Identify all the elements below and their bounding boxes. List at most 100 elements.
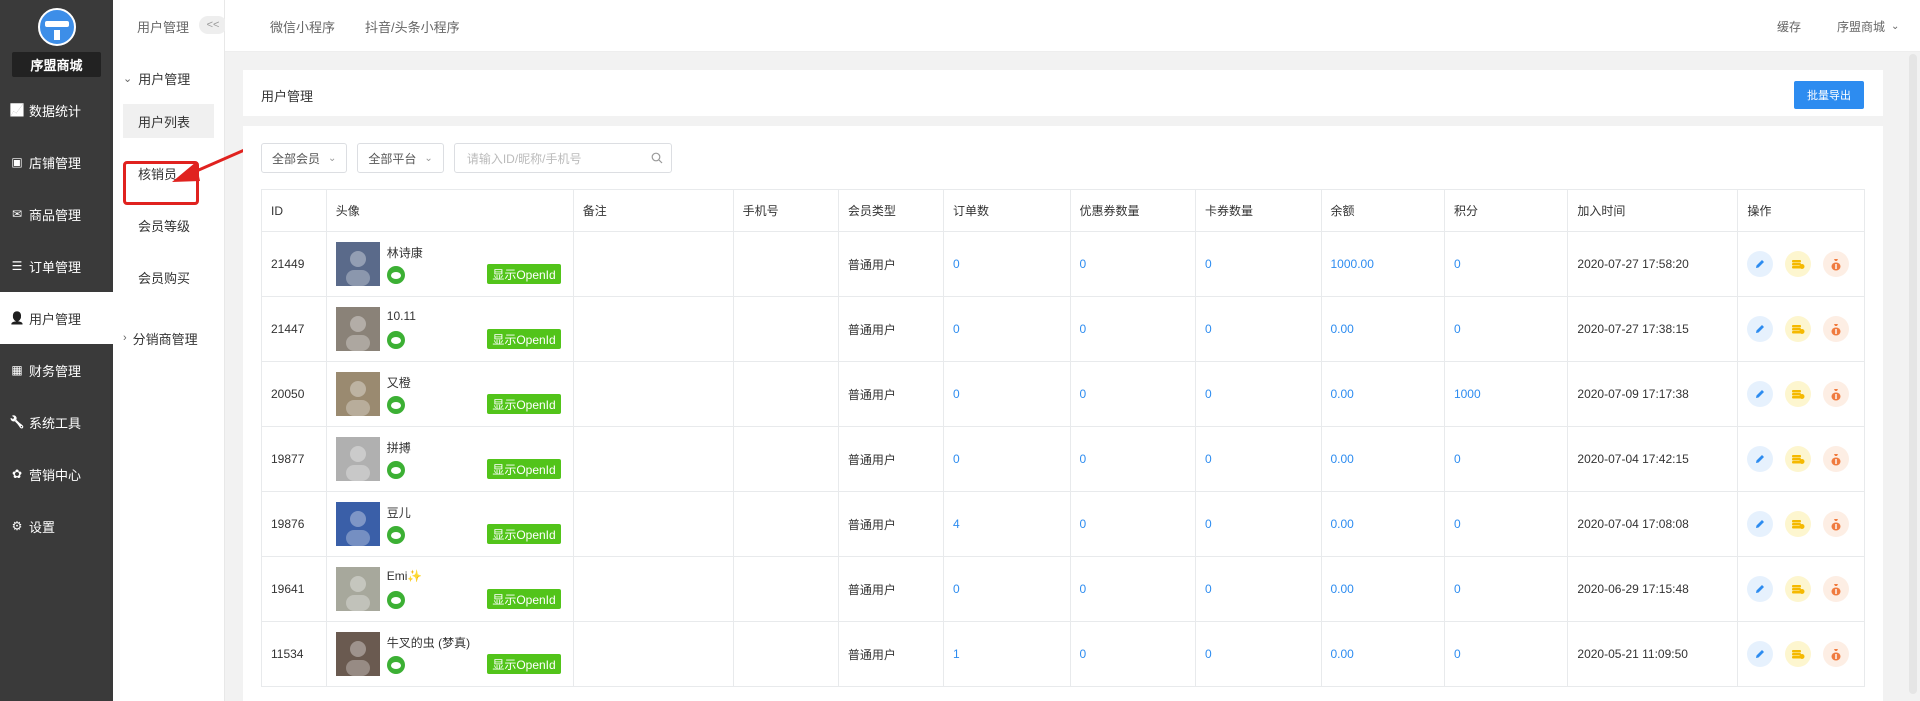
tab-douyin-miniprogram[interactable]: 抖音/头条小程序: [365, 0, 460, 52]
sub-item-member-purchase[interactable]: 会员购买: [123, 260, 214, 294]
cell-balance[interactable]: 0.00: [1320, 491, 1445, 557]
search-input[interactable]: 请输入ID/昵称/手机号: [453, 143, 672, 173]
group-user-management[interactable]: ⌄ 用户管理: [113, 52, 224, 104]
cell-remark: [572, 231, 734, 297]
cell-orders[interactable]: 0: [943, 231, 1071, 297]
cell-cards[interactable]: 0: [1195, 621, 1322, 687]
batch-export-button[interactable]: 批量导出: [1794, 81, 1864, 109]
show-openid-button[interactable]: 显示OpenId: [487, 589, 561, 609]
edit-icon[interactable]: [1747, 251, 1774, 277]
nav-item-finance[interactable]: ▦ 财务管理: [0, 344, 113, 396]
cell-points[interactable]: 0: [1443, 621, 1569, 687]
cell-points[interactable]: 0: [1443, 556, 1569, 622]
nav-item-order[interactable]: ☰ 订单管理: [0, 240, 113, 292]
cell-orders[interactable]: 0: [943, 296, 1071, 362]
money-bag-icon[interactable]: [1823, 576, 1850, 602]
cell-cards[interactable]: 0: [1195, 296, 1322, 362]
edit-icon[interactable]: [1747, 316, 1774, 342]
collapse-button[interactable]: <<: [199, 16, 227, 34]
page-scrollbar[interactable]: [1909, 54, 1917, 694]
cell-cards[interactable]: 0: [1195, 361, 1322, 427]
cell-coupons[interactable]: 0: [1069, 231, 1197, 297]
show-openid-button[interactable]: 显示OpenId: [487, 524, 561, 544]
coins-icon[interactable]: [1785, 316, 1812, 342]
cell-points[interactable]: 0: [1443, 296, 1569, 362]
money-bag-icon[interactable]: [1823, 641, 1850, 667]
cell-points[interactable]: 0: [1443, 491, 1569, 557]
coins-icon[interactable]: [1785, 576, 1812, 602]
cell-avatar: 豆儿 显示OpenId: [325, 491, 574, 557]
cell-points[interactable]: 0: [1443, 231, 1569, 297]
chevron-right-icon: ›: [123, 332, 127, 344]
cell-balance[interactable]: 0.00: [1320, 556, 1445, 622]
edit-icon[interactable]: [1747, 381, 1774, 407]
cache-link[interactable]: 缓存: [1777, 0, 1801, 52]
nav-item-gear[interactable]: ⚙ 设置: [0, 500, 113, 552]
cell-balance[interactable]: 0.00: [1320, 361, 1445, 427]
tab-wechat-miniprogram[interactable]: 微信小程序: [270, 0, 335, 52]
nav-label: 财务管理: [29, 363, 82, 379]
cell-balance[interactable]: 0.00: [1320, 296, 1445, 362]
cell-orders[interactable]: 1: [943, 621, 1071, 687]
cell-orders[interactable]: 4: [943, 491, 1071, 557]
platform-select[interactable]: 全部平台 ⌄: [357, 143, 444, 173]
nav-item-chart[interactable]: 📈 数据统计: [0, 84, 113, 136]
show-openid-button[interactable]: 显示OpenId: [487, 459, 561, 479]
cell-cards[interactable]: 0: [1195, 231, 1322, 297]
money-bag-icon[interactable]: [1823, 251, 1850, 277]
nav-item-user[interactable]: 👤 用户管理: [0, 292, 113, 344]
nav-item-wrench[interactable]: 🔧 系统工具: [0, 396, 113, 448]
coins-icon[interactable]: [1785, 251, 1812, 277]
edit-icon[interactable]: [1747, 576, 1774, 602]
show-openid-button[interactable]: 显示OpenId: [487, 329, 561, 349]
show-openid-button[interactable]: 显示OpenId: [487, 394, 561, 414]
user-nickname: 10.11: [386, 309, 416, 323]
coins-icon[interactable]: [1785, 641, 1812, 667]
nav-item-shop[interactable]: ▣ 店铺管理: [0, 136, 113, 188]
cell-points[interactable]: 1000: [1443, 361, 1569, 427]
edit-icon[interactable]: [1747, 641, 1774, 667]
cell-balance[interactable]: 0.00: [1320, 621, 1445, 687]
column-header: 余额: [1320, 189, 1445, 232]
cell-coupons[interactable]: 0: [1069, 361, 1197, 427]
show-openid-button[interactable]: 显示OpenId: [487, 264, 561, 284]
cell-coupons[interactable]: 0: [1069, 296, 1197, 362]
coins-icon[interactable]: [1785, 381, 1812, 407]
search-icon[interactable]: [651, 152, 663, 164]
nav-item-marketing[interactable]: ✿ 营销中心: [0, 448, 113, 500]
cell-actions: [1737, 491, 1865, 557]
sub-item-user-list[interactable]: 用户列表: [123, 104, 214, 138]
cell-orders[interactable]: 0: [943, 426, 1071, 492]
cell-coupons[interactable]: 0: [1069, 491, 1197, 557]
cell-coupons[interactable]: 0: [1069, 426, 1197, 492]
cell-cards[interactable]: 0: [1195, 491, 1322, 557]
coins-icon[interactable]: [1785, 511, 1812, 537]
money-bag-icon[interactable]: [1823, 316, 1850, 342]
money-bag-icon[interactable]: [1823, 511, 1850, 537]
cell-coupons[interactable]: 0: [1069, 556, 1197, 622]
cell-balance[interactable]: 0.00: [1320, 426, 1445, 492]
group-distributor-management[interactable]: › 分销商管理: [113, 312, 224, 364]
show-openid-button[interactable]: 显示OpenId: [487, 654, 561, 674]
edit-icon[interactable]: [1747, 446, 1774, 472]
money-bag-icon[interactable]: [1823, 446, 1850, 472]
wechat-icon: [386, 461, 405, 479]
member-select[interactable]: 全部会员 ⌄: [261, 143, 348, 173]
group-label: 用户管理: [138, 71, 191, 87]
cell-orders[interactable]: 0: [943, 556, 1071, 622]
cell-balance[interactable]: 1000.00: [1320, 231, 1445, 297]
column-header: 订单数: [943, 189, 1071, 232]
cell-points[interactable]: 0: [1443, 426, 1569, 492]
sub-item-member-level[interactable]: 会员等级: [123, 208, 214, 242]
nav-item-goods[interactable]: ✉ 商品管理: [0, 188, 113, 240]
money-bag-icon[interactable]: [1823, 381, 1850, 407]
cell-coupons[interactable]: 0: [1069, 621, 1197, 687]
edit-icon[interactable]: [1747, 511, 1774, 537]
cell-cards[interactable]: 0: [1195, 556, 1322, 622]
table-row: 20050 又橙 显示OpenId 普通用户 0 0 0 0.00 1000 2020-07-09…: [261, 361, 1865, 427]
cell-phone: [732, 231, 839, 297]
cell-orders[interactable]: 0: [943, 361, 1071, 427]
coins-icon[interactable]: [1785, 446, 1812, 472]
user-menu[interactable]: 序盟商城 ⌄: [1837, 0, 1899, 52]
cell-cards[interactable]: 0: [1195, 426, 1322, 492]
